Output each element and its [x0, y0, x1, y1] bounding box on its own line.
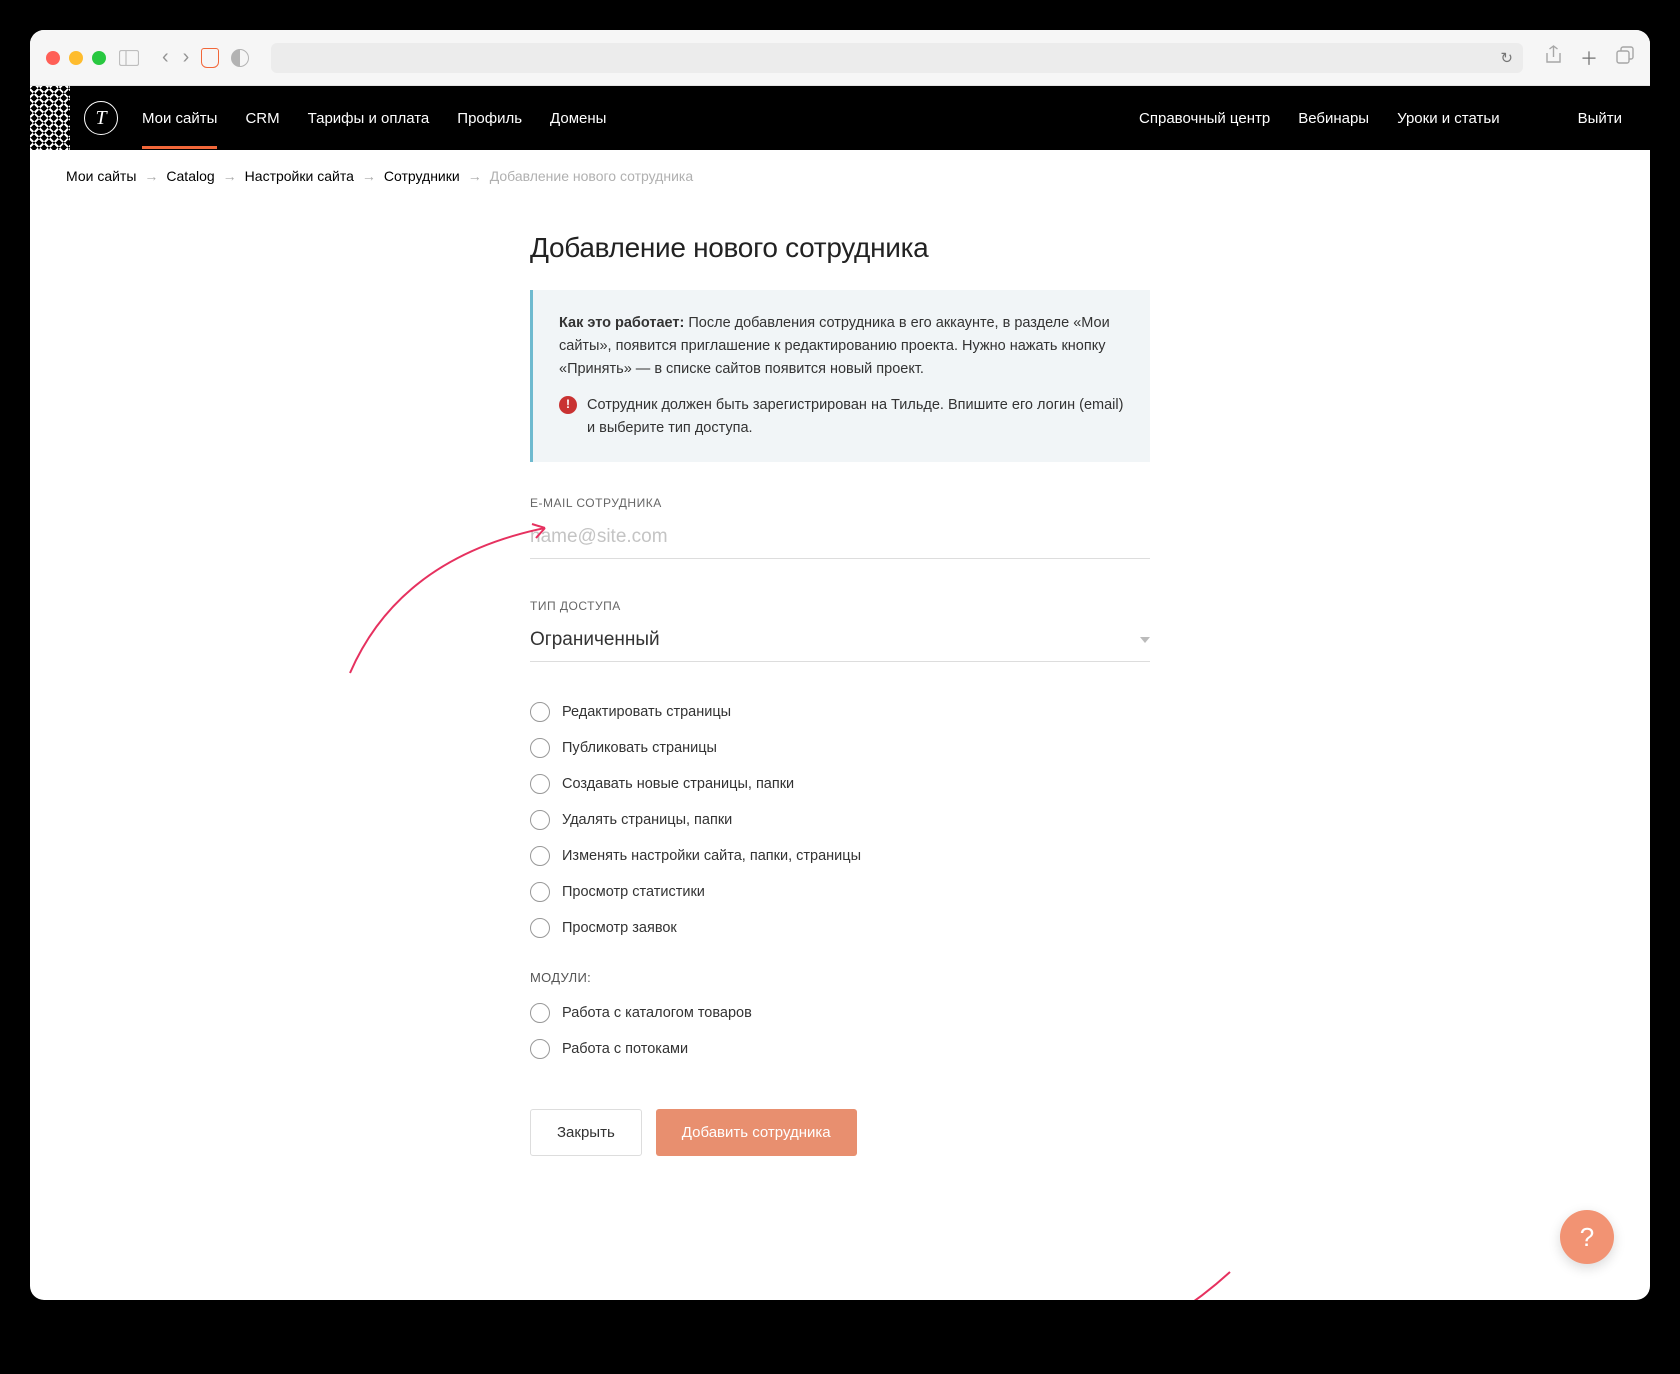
- share-icon[interactable]: [1545, 45, 1562, 70]
- permission-create-pages[interactable]: Создавать новые страницы, папки: [530, 774, 1150, 794]
- sidebar-toggle-icon[interactable]: [118, 49, 140, 67]
- window-maximize-icon[interactable]: [92, 51, 106, 65]
- app-header: T Мои сайты CRM Тарифы и оплата Профиль …: [30, 86, 1650, 150]
- nav-help-center[interactable]: Справочный центр: [1139, 110, 1270, 127]
- annotation-arrow-icon: [960, 1262, 1240, 1300]
- breadcrumb-sep: →: [144, 168, 158, 184]
- nav-articles[interactable]: Уроки и статьи: [1397, 110, 1499, 127]
- permission-label: Удалять страницы, папки: [562, 812, 732, 828]
- breadcrumb-sep: →: [468, 168, 482, 184]
- nav-my-sites[interactable]: Мои сайты: [142, 88, 217, 149]
- breadcrumb-sep: →: [362, 168, 376, 184]
- content-area: Добавление нового сотрудника Как это раб…: [30, 202, 1650, 1300]
- info-box: Как это работает: После добавления сотру…: [530, 290, 1150, 462]
- permission-publish-pages[interactable]: Публиковать страницы: [530, 738, 1150, 758]
- access-type-value: Ограниченный: [530, 629, 660, 651]
- permission-label: Изменять настройки сайта, папки, страниц…: [562, 848, 861, 864]
- access-type-label: ТИП ДОСТУПА: [530, 599, 1150, 613]
- radio-icon: [530, 1003, 550, 1023]
- pattern-decoration: [30, 86, 70, 150]
- permission-label: Публиковать страницы: [562, 740, 717, 756]
- permission-delete-pages[interactable]: Удалять страницы, папки: [530, 810, 1150, 830]
- right-nav: Справочный центр Вебинары Уроки и статьи…: [1139, 110, 1622, 127]
- radio-icon: [530, 918, 550, 938]
- info-strong: Как это работает:: [559, 315, 684, 331]
- email-input[interactable]: [530, 520, 1150, 559]
- chrome-right-controls: ＋: [1545, 45, 1634, 71]
- breadcrumb-current: Добавление нового сотрудника: [490, 168, 693, 184]
- reload-icon[interactable]: ↻: [1500, 49, 1513, 67]
- radio-icon: [530, 774, 550, 794]
- breadcrumb-site-settings[interactable]: Настройки сайта: [245, 168, 354, 184]
- browser-window: ‹ › ↻ ＋ T Мои сайты CRM Тарифы и оплата …: [30, 30, 1650, 1300]
- nav-profile[interactable]: Профиль: [457, 88, 522, 149]
- help-fab[interactable]: ?: [1560, 1210, 1614, 1264]
- nav-arrows: ‹ ›: [162, 46, 189, 69]
- main-nav: Мои сайты CRM Тарифы и оплата Профиль До…: [142, 88, 606, 149]
- window-close-icon[interactable]: [46, 51, 60, 65]
- module-label: Работа с потоками: [562, 1041, 688, 1057]
- privacy-icon[interactable]: [231, 49, 249, 67]
- annotation-arrow-icon: [340, 518, 560, 678]
- breadcrumb-catalog[interactable]: Catalog: [166, 168, 214, 184]
- button-row: Закрыть Добавить сотрудника: [530, 1109, 1150, 1156]
- form-container: Добавление нового сотрудника Как это раб…: [530, 232, 1150, 1156]
- module-catalog[interactable]: Работа с каталогом товаров: [530, 1003, 1150, 1023]
- permission-view-stats[interactable]: Просмотр статистики: [530, 882, 1150, 902]
- nav-tariffs[interactable]: Тарифы и оплата: [308, 88, 430, 149]
- url-bar[interactable]: ↻: [271, 43, 1523, 73]
- permission-label: Просмотр заявок: [562, 920, 677, 936]
- breadcrumb-collaborators[interactable]: Сотрудники: [384, 168, 460, 184]
- info-warning: ! Сотрудник должен быть зарегистрирован …: [559, 394, 1124, 440]
- warning-text: Сотрудник должен быть зарегистрирован на…: [587, 394, 1124, 440]
- logo-icon[interactable]: T: [84, 101, 118, 135]
- module-label: Работа с каталогом товаров: [562, 1005, 752, 1021]
- module-streams[interactable]: Работа с потоками: [530, 1039, 1150, 1059]
- nav-webinars[interactable]: Вебинары: [1298, 110, 1369, 127]
- info-text: Как это работает: После добавления сотру…: [559, 312, 1124, 382]
- add-collaborator-button[interactable]: Добавить сотрудника: [656, 1109, 857, 1156]
- forward-icon[interactable]: ›: [183, 46, 190, 69]
- modules-list: Работа с каталогом товаров Работа с пото…: [530, 1003, 1150, 1059]
- radio-icon: [530, 738, 550, 758]
- browser-chrome: ‹ › ↻ ＋: [30, 30, 1650, 86]
- permission-view-requests[interactable]: Просмотр заявок: [530, 918, 1150, 938]
- tabs-icon[interactable]: [1616, 46, 1634, 69]
- new-tab-icon[interactable]: ＋: [1580, 45, 1598, 71]
- permission-label: Создавать новые страницы, папки: [562, 776, 794, 792]
- breadcrumb-my-sites[interactable]: Мои сайты: [66, 168, 136, 184]
- radio-icon: [530, 846, 550, 866]
- shield-icon[interactable]: [201, 48, 219, 68]
- nav-crm[interactable]: CRM: [245, 88, 279, 149]
- permission-label: Просмотр статистики: [562, 884, 705, 900]
- permissions-list: Редактировать страницы Публиковать стран…: [530, 702, 1150, 938]
- alert-icon: !: [559, 396, 577, 414]
- nav-domains[interactable]: Домены: [550, 88, 606, 149]
- window-minimize-icon[interactable]: [69, 51, 83, 65]
- traffic-lights: [46, 51, 106, 65]
- back-icon[interactable]: ‹: [162, 46, 169, 69]
- close-button[interactable]: Закрыть: [530, 1109, 642, 1156]
- permission-edit-pages[interactable]: Редактировать страницы: [530, 702, 1150, 722]
- page-title: Добавление нового сотрудника: [530, 232, 1150, 264]
- breadcrumb: Мои сайты → Catalog → Настройки сайта → …: [30, 150, 1650, 202]
- email-label: E-MAIL СОТРУДНИКА: [530, 496, 1150, 510]
- modules-label: МОДУЛИ:: [530, 970, 1150, 985]
- chevron-down-icon: [1140, 637, 1150, 643]
- radio-icon: [530, 702, 550, 722]
- nav-logout[interactable]: Выйти: [1578, 110, 1622, 127]
- radio-icon: [530, 810, 550, 830]
- access-type-select[interactable]: Ограниченный: [530, 623, 1150, 662]
- permission-label: Редактировать страницы: [562, 704, 731, 720]
- radio-icon: [530, 882, 550, 902]
- breadcrumb-sep: →: [223, 168, 237, 184]
- radio-icon: [530, 1039, 550, 1059]
- permission-change-settings[interactable]: Изменять настройки сайта, папки, страниц…: [530, 846, 1150, 866]
